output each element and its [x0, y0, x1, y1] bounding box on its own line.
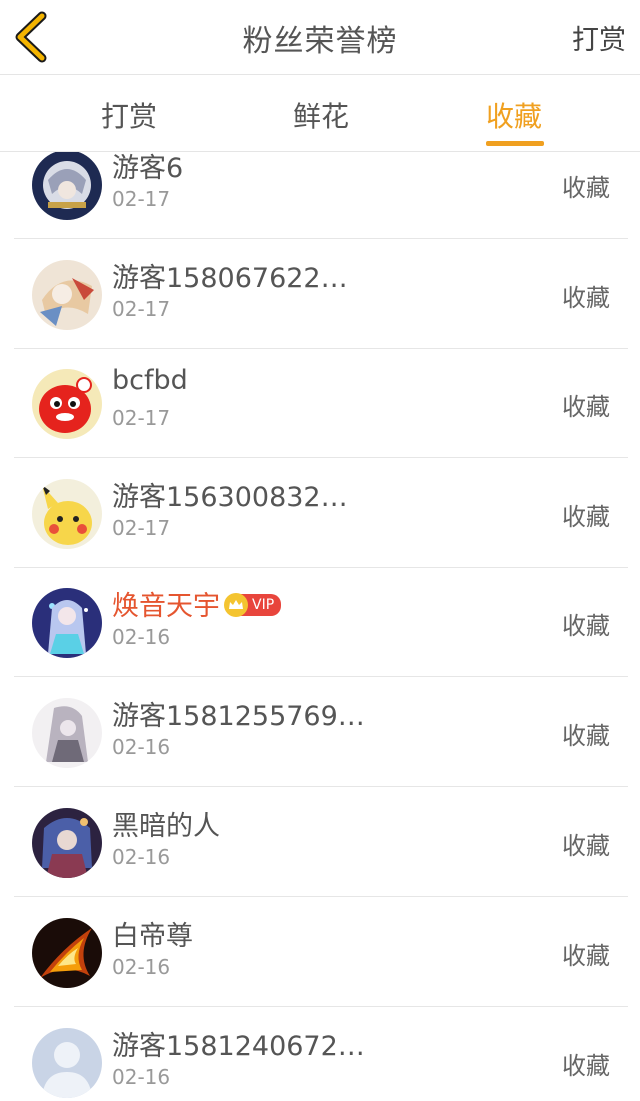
favorite-label: 收藏 [562, 612, 610, 640]
user-icon [32, 1028, 102, 1098]
favorite-label: 收藏 [562, 503, 610, 531]
tab-reward[interactable]: 打赏 [59, 95, 199, 135]
fan-name: 游客156300832… [112, 482, 348, 513]
fan-name: 白帝尊 [112, 921, 193, 952]
favorite-label: 收藏 [562, 722, 610, 750]
avatar [32, 918, 102, 988]
list-item[interactable]: 游客1581255769… 02-16 收藏 [0, 678, 640, 787]
app-header: 粉丝荣誉榜 打赏 [0, 0, 640, 75]
fan-name: bcfbd [112, 365, 188, 396]
divider [14, 238, 628, 239]
fan-date: 02-16 [112, 625, 171, 649]
vip-badge: VIP [224, 592, 282, 617]
list-item[interactable]: 游客6 02-17 收藏 [0, 152, 640, 239]
list-item[interactable]: 游客158067622… 02-17 收藏 [0, 240, 640, 349]
avatar [32, 588, 102, 658]
avatar [32, 152, 102, 220]
fan-name: 游客6 [112, 153, 184, 184]
fan-name: 游客1581240672… [112, 1031, 365, 1062]
tab-flowers[interactable]: 鲜花 [251, 95, 391, 135]
tab-bar: 打赏 鲜花 收藏 [0, 75, 640, 152]
favorite-label: 收藏 [562, 284, 610, 312]
fan-name: 焕音天宇 VIP [112, 584, 282, 623]
favorite-label: 收藏 [562, 174, 610, 202]
page-title: 粉丝荣誉榜 [242, 24, 398, 59]
divider [14, 786, 628, 787]
crown-icon [224, 592, 248, 617]
divider [14, 1006, 628, 1007]
divider [14, 457, 628, 458]
fan-name: 游客158067622… [112, 263, 348, 294]
fan-name-text: 焕音天宇 [112, 591, 220, 622]
fan-date: 02-17 [112, 297, 171, 321]
list-item[interactable]: bcfbd 02-17 收藏 [0, 349, 640, 458]
avatar [32, 479, 102, 549]
tab-favorites[interactable]: 收藏 [444, 95, 584, 135]
list-item[interactable]: 黑暗的人 02-16 收藏 [0, 788, 640, 897]
divider [14, 676, 628, 677]
avatar [32, 808, 102, 878]
favorite-label: 收藏 [562, 832, 610, 860]
favorite-label: 收藏 [562, 393, 610, 421]
list-item[interactable]: 游客1581240672… 02-16 收藏 [0, 1008, 640, 1101]
fan-date: 02-17 [112, 516, 171, 540]
fan-date: 02-16 [112, 845, 171, 869]
avatar [32, 1028, 102, 1098]
favorite-label: 收藏 [562, 1052, 610, 1080]
list-item[interactable]: 白帝尊 02-16 收藏 [0, 898, 640, 1007]
fan-name: 黑暗的人 [112, 811, 220, 842]
favorite-label: 收藏 [562, 942, 610, 970]
avatar [32, 260, 102, 330]
fan-date: 02-16 [112, 955, 171, 979]
fan-date: 02-17 [112, 187, 171, 211]
avatar [32, 369, 102, 439]
fan-date: 02-16 [112, 735, 171, 759]
fan-date: 02-16 [112, 1065, 171, 1089]
avatar [32, 698, 102, 768]
fan-name: 游客1581255769… [112, 701, 365, 732]
list-item[interactable]: 游客156300832… 02-17 收藏 [0, 459, 640, 568]
active-tab-indicator [486, 141, 544, 146]
reward-button[interactable]: 打赏 [572, 18, 626, 57]
fan-date: 02-17 [112, 406, 171, 430]
divider [14, 896, 628, 897]
list-item[interactable]: 焕音天宇 VIP 02-16 收藏 [0, 568, 640, 677]
fan-list: 游客6 02-17 收藏 游客158067622… 02-17 收藏 bcfbd… [0, 152, 640, 1101]
